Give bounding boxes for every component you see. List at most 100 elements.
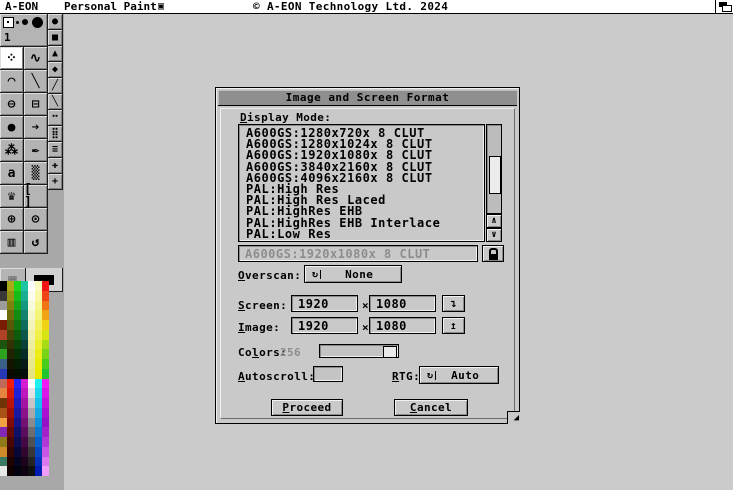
palette-swatch[interactable] bbox=[42, 281, 49, 291]
copy-screen-to-image-button[interactable]: ↴ bbox=[442, 295, 465, 312]
palette-swatch[interactable] bbox=[28, 466, 35, 476]
palette-swatch[interactable] bbox=[35, 291, 42, 301]
tool-line[interactable]: ╲ bbox=[24, 70, 48, 93]
palette-swatch[interactable] bbox=[7, 310, 14, 320]
tool-pattern-lines[interactable]: ≡ bbox=[48, 142, 63, 158]
palette-swatch[interactable] bbox=[7, 379, 14, 389]
palette-swatch[interactable] bbox=[42, 447, 49, 457]
palette-swatch[interactable] bbox=[35, 388, 42, 398]
palette-swatch[interactable] bbox=[21, 301, 28, 311]
palette-swatch[interactable] bbox=[42, 340, 49, 350]
palette-swatch[interactable] bbox=[21, 388, 28, 398]
scroll-down-button[interactable]: ∨ bbox=[486, 228, 502, 242]
palette-swatch[interactable] bbox=[0, 310, 7, 320]
palette-swatch[interactable] bbox=[28, 408, 35, 418]
palette-swatch[interactable] bbox=[14, 447, 21, 457]
palette-swatch[interactable] bbox=[21, 349, 28, 359]
palette-swatch[interactable] bbox=[35, 349, 42, 359]
palette-swatch[interactable] bbox=[35, 340, 42, 350]
palette-swatch[interactable] bbox=[14, 457, 21, 467]
palette-swatch[interactable] bbox=[0, 359, 7, 369]
palette-swatch[interactable] bbox=[7, 291, 14, 301]
brush-size-selector[interactable]: 1 bbox=[0, 14, 48, 47]
palette-swatch[interactable] bbox=[7, 437, 14, 447]
overscan-cycle-button[interactable]: ↻ None bbox=[304, 265, 402, 283]
palette-swatch[interactable] bbox=[35, 427, 42, 437]
image-width-field[interactable]: 1920 bbox=[291, 317, 358, 334]
palette-swatch[interactable] bbox=[7, 369, 14, 379]
palette-swatch[interactable] bbox=[14, 369, 21, 379]
palette-swatch[interactable] bbox=[7, 320, 14, 330]
palette-swatch[interactable] bbox=[28, 359, 35, 369]
palette-swatch[interactable] bbox=[35, 320, 42, 330]
rtg-cycle-button[interactable]: ↻ Auto bbox=[419, 366, 499, 384]
palette-swatch[interactable] bbox=[0, 349, 7, 359]
palette-swatch[interactable] bbox=[28, 281, 35, 291]
brush-size-1-icon[interactable] bbox=[3, 17, 14, 28]
palette-swatch[interactable] bbox=[42, 418, 49, 428]
palette-swatch[interactable] bbox=[0, 281, 7, 291]
palette-swatch[interactable] bbox=[21, 310, 28, 320]
menu-a-eon[interactable]: A-EON bbox=[5, 0, 38, 13]
palette-swatch[interactable] bbox=[7, 418, 14, 428]
selected-mode-field[interactable]: A600GS:1920x1080x 8 CLUT bbox=[238, 245, 478, 262]
cancel-button[interactable]: Cancel bbox=[394, 399, 468, 416]
palette-swatch[interactable] bbox=[21, 466, 28, 476]
tool-magnify[interactable]: ⊙ bbox=[24, 208, 48, 231]
palette-swatch[interactable] bbox=[21, 408, 28, 418]
palette-swatch[interactable] bbox=[0, 369, 7, 379]
mode-list-scrollbar[interactable] bbox=[486, 124, 502, 214]
palette-swatch[interactable] bbox=[14, 408, 21, 418]
palette-swatch[interactable] bbox=[28, 310, 35, 320]
palette-swatch[interactable] bbox=[14, 388, 21, 398]
palette-swatch[interactable] bbox=[42, 388, 49, 398]
palette-swatch[interactable] bbox=[42, 427, 49, 437]
palette-swatch[interactable] bbox=[21, 437, 28, 447]
palette-swatch[interactable] bbox=[42, 379, 49, 389]
palette-swatch[interactable] bbox=[35, 398, 42, 408]
palette-swatch[interactable] bbox=[35, 457, 42, 467]
palette-swatch[interactable] bbox=[14, 379, 21, 389]
palette-swatch[interactable] bbox=[7, 388, 14, 398]
palette-swatch[interactable] bbox=[42, 320, 49, 330]
palette-swatch[interactable] bbox=[21, 418, 28, 428]
screen-width-field[interactable]: 1920 bbox=[291, 295, 358, 312]
palette-swatch[interactable] bbox=[14, 349, 21, 359]
tool-text[interactable]: a bbox=[0, 162, 24, 185]
palette-swatch[interactable] bbox=[14, 359, 21, 369]
screen-height-field[interactable]: 1080 bbox=[369, 295, 436, 312]
palette-swatch[interactable] bbox=[14, 437, 21, 447]
dialog-resize-gadget[interactable]: ◢ bbox=[507, 411, 520, 424]
palette-swatch[interactable] bbox=[35, 359, 42, 369]
palette-swatch[interactable] bbox=[7, 330, 14, 340]
palette-swatch[interactable] bbox=[35, 330, 42, 340]
palette-swatch[interactable] bbox=[28, 320, 35, 330]
palette-swatch[interactable] bbox=[42, 437, 49, 447]
palette-swatch[interactable] bbox=[42, 291, 49, 301]
palette-swatch[interactable] bbox=[7, 301, 14, 311]
palette-swatch[interactable] bbox=[35, 369, 42, 379]
palette-swatch[interactable] bbox=[14, 281, 21, 291]
tool-brush-slash[interactable]: ╱ bbox=[48, 78, 63, 94]
palette-swatch[interactable] bbox=[21, 427, 28, 437]
tool-trash[interactable]: ▥ bbox=[0, 231, 24, 254]
palette-swatch[interactable] bbox=[21, 340, 28, 350]
palette-swatch[interactable] bbox=[21, 291, 28, 301]
palette-swatch[interactable] bbox=[28, 447, 35, 457]
palette-swatch[interactable] bbox=[21, 330, 28, 340]
palette-swatch[interactable] bbox=[21, 369, 28, 379]
tool-undo[interactable]: ↺ bbox=[24, 231, 48, 254]
palette-swatch[interactable] bbox=[28, 369, 35, 379]
palette-swatch[interactable] bbox=[42, 466, 49, 476]
palette-swatch[interactable] bbox=[28, 291, 35, 301]
palette-swatch[interactable] bbox=[14, 330, 21, 340]
palette-swatch[interactable] bbox=[7, 281, 14, 291]
palette-swatch[interactable] bbox=[7, 340, 14, 350]
tool-fill[interactable]: ✒ bbox=[24, 139, 48, 162]
palette-swatch[interactable] bbox=[42, 349, 49, 359]
palette-swatch[interactable] bbox=[0, 330, 7, 340]
palette-swatch[interactable] bbox=[35, 418, 42, 428]
palette-swatch[interactable] bbox=[0, 320, 7, 330]
palette-swatch[interactable] bbox=[14, 320, 21, 330]
palette-swatch[interactable] bbox=[21, 320, 28, 330]
